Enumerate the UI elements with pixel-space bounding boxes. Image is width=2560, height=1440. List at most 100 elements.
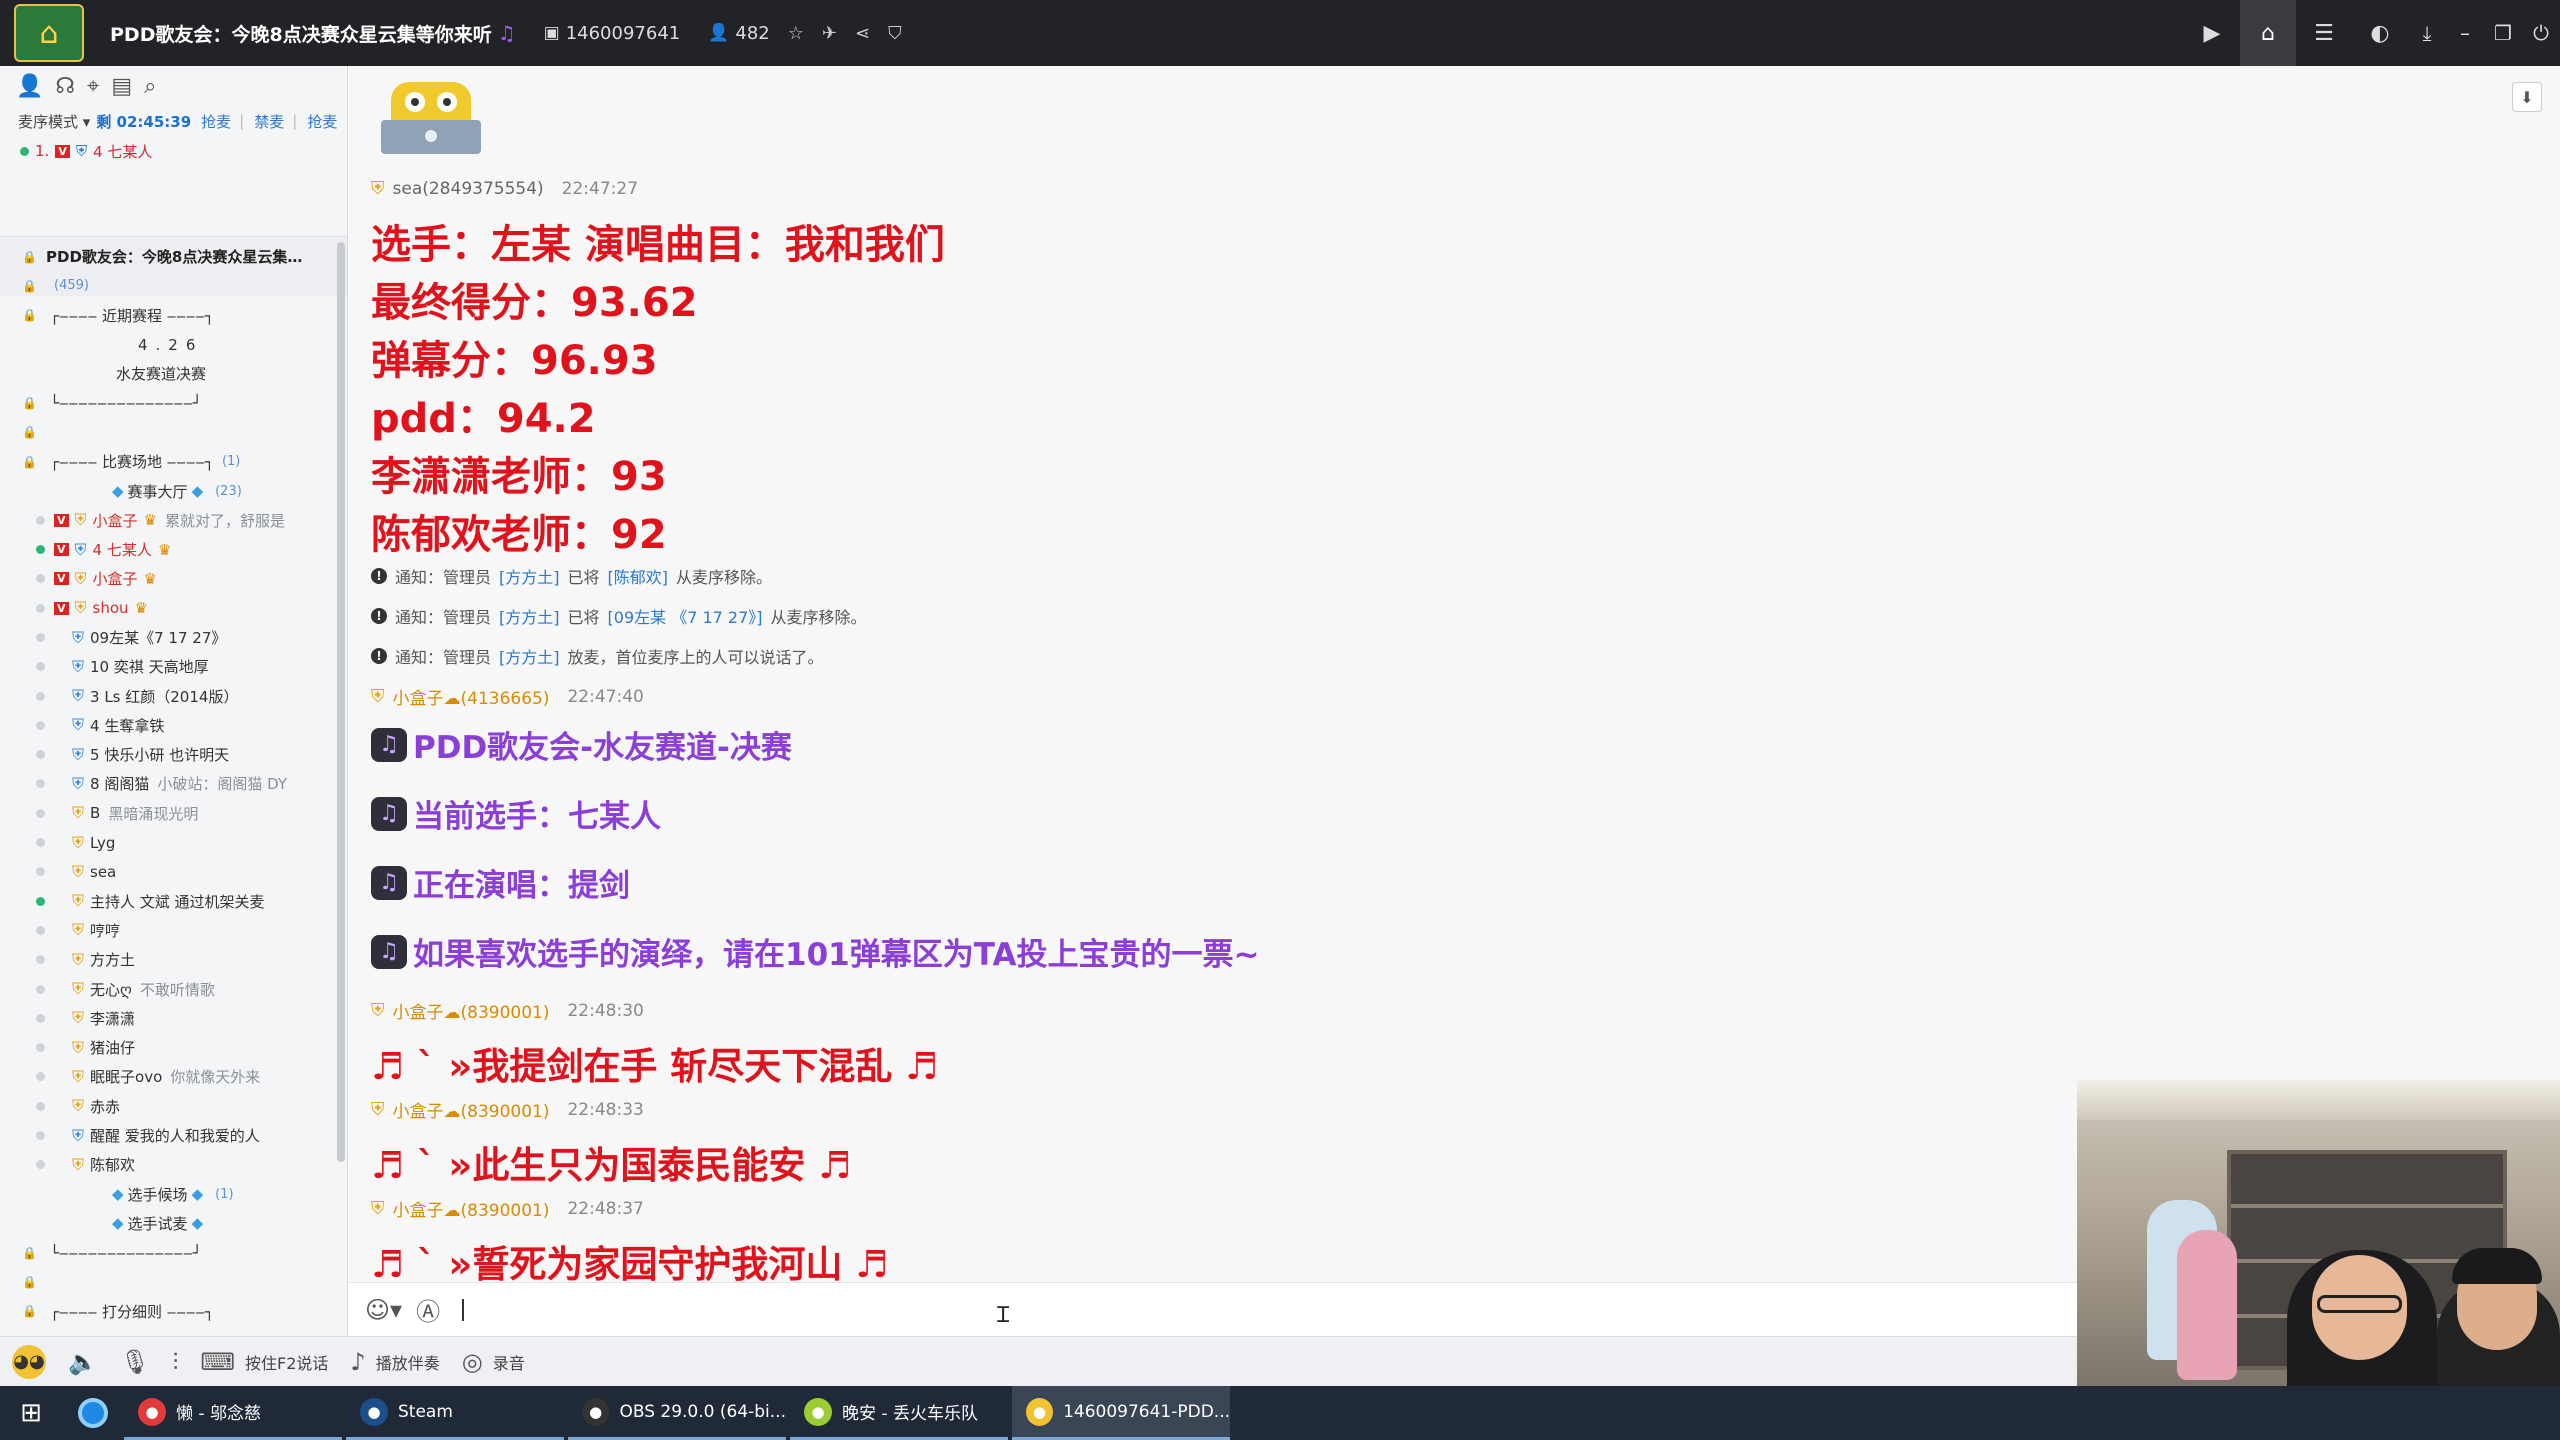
target-name[interactable]: [09左某 《7 17 27》] <box>608 604 763 628</box>
tree-row[interactable]: 🔒 (459) <box>0 271 336 300</box>
windows-start-icon[interactable]: ⊞ <box>0 1386 62 1440</box>
fly-icon[interactable]: ✈ <box>822 23 837 44</box>
live-video-button[interactable]: ▶ <box>2184 0 2240 66</box>
tree-row[interactable]: ⛨ 李潇潇 <box>0 1004 336 1033</box>
speaker-icon[interactable]: 🔈 <box>68 1348 98 1376</box>
tree-row[interactable]: V ⛨ 小盒子 ♛ 累就对了，舒服是 <box>0 506 336 535</box>
admin-name[interactable]: [方方土] <box>499 604 560 628</box>
mic-mode-select[interactable]: 麦序模式 ▾ <box>18 111 90 132</box>
list-button[interactable]: ☰ <box>2296 0 2352 66</box>
chat-input[interactable] <box>462 1298 465 1321</box>
tree-row[interactable]: V ⛨ 小盒子 ♛ <box>0 564 336 593</box>
grab-mic-link[interactable]: 抢麦 <box>201 111 231 132</box>
tree-row[interactable]: ◆ 选手试麦 ◆ <box>0 1209 336 1238</box>
grab-mic-link-2[interactable]: 抢麦 <box>307 111 337 132</box>
share-icon[interactable]: ⋖ <box>855 23 870 44</box>
tree-row[interactable]: ⛨ 方方土 <box>0 945 336 974</box>
tree-row[interactable]: ⛨ 醒醒 爱我的人和我爱的人 <box>0 1121 336 1150</box>
medal-icon: ⛨ <box>75 142 88 160</box>
sender-name[interactable]: sea(2849375554) <box>393 179 544 199</box>
tree-row[interactable]: ⛨ 哼哼 <box>0 916 336 945</box>
tree-row[interactable]: ⛨ sea <box>0 857 336 886</box>
tree-row[interactable]: ⛨ 主持人 文斌 通过机架关麦 <box>0 887 336 916</box>
tree-row[interactable]: ⛨ 8 阁阁猫 小破站：阁阁猫 DY <box>0 769 336 798</box>
ban-mic-link[interactable]: 禁麦 <box>254 111 284 132</box>
sender-name[interactable]: 小盒子☁(4136665) <box>393 684 550 709</box>
tree-row[interactable]: ⛨ 猪油仔 <box>0 1033 336 1062</box>
tree-item-label: sea <box>90 862 117 881</box>
restore-button[interactable]: ❐ <box>2484 0 2522 66</box>
taskbar-task[interactable]: ● 晚安 - 丢火车乐队 <box>790 1386 1008 1440</box>
location-icon[interactable]: ⌖ <box>87 74 99 99</box>
tree-row[interactable]: 🔒 └‒‒‒‒‒‒‒‒‒‒‒‒‒‒┘ <box>0 388 336 417</box>
tree-row[interactable]: 🔒 PDD歌友会：今晚8点决赛众星云集… <box>0 242 336 271</box>
tree-row[interactable]: ⛨ 3 Ls 红颜（2014版） <box>0 681 336 710</box>
sender-name[interactable]: 小盒子☁(8390001) <box>393 1097 550 1122</box>
sender-name[interactable]: 小盒子☁(8390001) <box>393 998 550 1023</box>
tree-row[interactable]: ⛨ 09左某《7 17 27》 <box>0 623 336 652</box>
push-to-talk-button[interactable]: ⌨ 按住F2说话 <box>200 1348 328 1376</box>
channel-toolbar: 👤 ☊ ⌖ ▤ ⌕ <box>0 66 347 106</box>
message-time: 22:48:37 <box>567 1198 644 1219</box>
emoji-icon[interactable]: ☺▾ <box>365 1296 402 1324</box>
target-name[interactable]: [陈郁欢] <box>608 564 669 588</box>
vip-badge: V <box>54 601 69 615</box>
home-button[interactable]: ⌂ <box>2240 0 2296 66</box>
tree-row[interactable]: 水友赛道决赛 <box>0 359 336 388</box>
text-style-icon[interactable]: Ⓐ <box>416 1292 440 1327</box>
mixer-icon[interactable]: ⫶ <box>172 1348 178 1376</box>
taskbar-task[interactable]: ● Steam <box>346 1386 564 1440</box>
tree-row[interactable]: 🔒 <box>0 1267 336 1296</box>
owl-avatar-icon[interactable]: ◕◕ <box>12 1344 46 1379</box>
mic-icon[interactable]: 🎙 <box>120 1348 150 1376</box>
game-button[interactable]: ◐ <box>2352 0 2408 66</box>
tree-row[interactable]: 🔒 ┌‒‒‒‒ 打分细则 ‒‒‒‒┐ <box>0 1297 336 1326</box>
notes-icon[interactable]: ▤ <box>111 74 132 99</box>
tree-row[interactable]: ⛨ 5 快乐小研 也许明天 <box>0 740 336 769</box>
power-button[interactable]: ⏻ <box>2522 0 2560 66</box>
taskbar-task[interactable]: ● 1460097641-PDD... <box>1012 1386 1230 1440</box>
tree-row[interactable]: 4.26 <box>0 330 336 359</box>
lyric-line: ♬ ˋ »誓死为家园守护我河山 ♬ <box>371 1243 889 1282</box>
tree-item: ⛨ 醒醒 爱我的人和我爱的人 <box>72 1125 260 1146</box>
search-icon[interactable]: ⌕ <box>144 74 156 99</box>
tree-item: V ⛨ 4 七某人 ♛ <box>54 539 171 560</box>
record-button[interactable]: ◎ 录音 <box>462 1348 525 1376</box>
tree-row[interactable]: ⛨ 陈郁欢 <box>0 1150 336 1179</box>
favorite-star-icon[interactable]: ☆ <box>788 23 804 44</box>
tree-row[interactable]: V ⛨ shou ♛ <box>0 594 336 623</box>
play-accompaniment-button[interactable]: ♪ 播放伴奏 <box>350 1348 439 1376</box>
scroll-down-icon[interactable]: ⬇ <box>2512 82 2542 112</box>
tree-row[interactable]: ⛨ B 黑暗涌现光明 <box>0 799 336 828</box>
user-signature: 黑暗涌现光明 <box>108 804 199 823</box>
browser-pin-icon[interactable] <box>62 1386 124 1440</box>
sender-name[interactable]: 小盒子☁(8390001) <box>393 1196 550 1221</box>
tree-row[interactable]: ⛨ 无心ღ 不敢听情歌 <box>0 974 336 1003</box>
tree-row[interactable]: ◆ 赛事大厅 ◆ (23) <box>0 476 336 505</box>
download-button[interactable]: ⤓ <box>2408 0 2446 66</box>
channel-scrollbar[interactable] <box>337 242 345 1162</box>
tree-item-label: 水友赛道决赛 <box>116 365 207 384</box>
tree-row[interactable]: ⛨ 10 奕祺 天高地厚 <box>0 652 336 681</box>
tree-row[interactable]: ◆ 选手候场 ◆ (1) <box>0 1180 336 1209</box>
taskbar-task[interactable]: ● 懒 - 邬念慈 <box>124 1386 342 1440</box>
minimize-button[interactable]: – <box>2446 0 2484 66</box>
admin-name[interactable]: [方方土] <box>499 564 560 588</box>
tree-row[interactable]: ⛨ 眠眠子ovo 你就像天外来 <box>0 1062 336 1091</box>
user-icon[interactable]: 👤 <box>16 74 43 99</box>
tree-row[interactable]: 🔒 └‒‒‒‒‒‒‒‒‒‒‒‒‒‒┘ <box>0 1238 336 1267</box>
tree-row[interactable]: ⛨ Lyg <box>0 828 336 857</box>
admin-name[interactable]: [方方土] <box>499 644 560 668</box>
headset-icon[interactable]: ☊ <box>55 74 75 99</box>
tree-row[interactable]: ⛨ 赤赤 <box>0 1092 336 1121</box>
tree-row[interactable]: 🔒 ┌‒‒‒‒ 近期赛程 ‒‒‒‒┐ <box>0 301 336 330</box>
status-dot <box>36 545 45 555</box>
mic-queue-item[interactable]: 1. V ⛨ 4 七某人 <box>0 136 347 166</box>
taskbar-task[interactable]: ● OBS 29.0.0 (64-bi... <box>568 1386 786 1440</box>
tree-row[interactable]: 🔒 ┌‒‒‒‒ 比赛场地 ‒‒‒‒┐ (1) <box>0 447 336 476</box>
tree-row[interactable]: 🔒 <box>0 418 336 447</box>
tree-row[interactable]: ⛨ 4 生奪拿铁 <box>0 711 336 740</box>
tree-row[interactable]: V ⛨ 4 七某人 ♛ <box>0 535 336 564</box>
shield-icon[interactable]: ⛉ <box>888 23 902 44</box>
tree-item: (459) <box>46 278 89 293</box>
